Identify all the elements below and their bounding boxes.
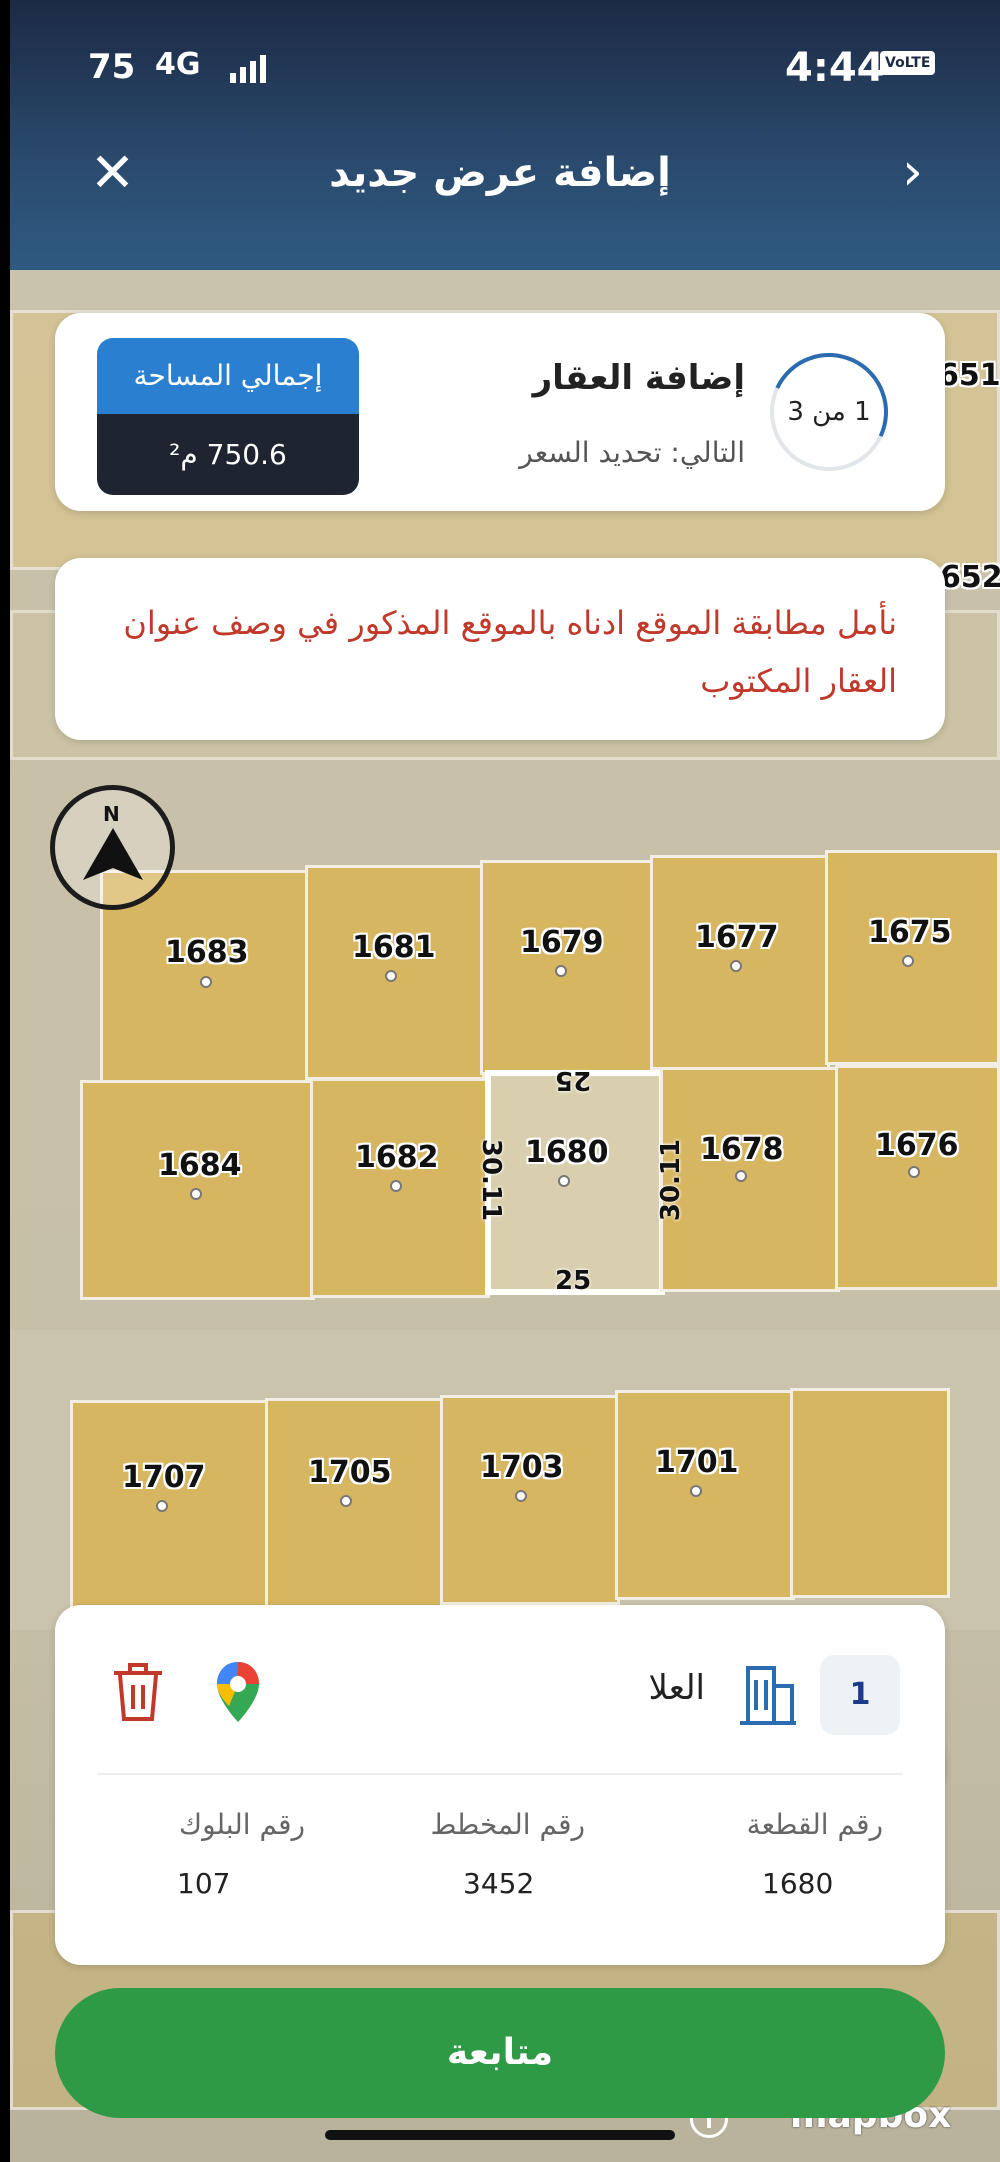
plot-label: 1684 — [158, 1148, 242, 1183]
location-notice: نأمل مطابقة الموقع ادناه بالموقع المذكور… — [55, 558, 945, 740]
step-card: 1 من 3 إضافة العقار التالي: تحديد السعر … — [55, 313, 945, 511]
step-progress-ring: 1 من 3 — [753, 336, 905, 488]
next-button[interactable]: › — [885, 145, 940, 200]
plot-marker — [385, 970, 397, 982]
plot-label: 1680 — [525, 1135, 609, 1170]
volte-badge: VoLTE — [880, 51, 936, 75]
plot-number-value: 1680 — [762, 1867, 834, 1900]
plot-1701[interactable] — [615, 1390, 795, 1600]
scheme-number-label: رقم المخطط — [430, 1808, 585, 1841]
card-divider — [97, 1773, 903, 1775]
area-label: إجمالي المساحة — [97, 338, 359, 414]
block-number-value: 107 — [177, 1867, 231, 1900]
plot-marker — [555, 965, 567, 977]
plot-marker — [390, 1180, 402, 1192]
dimension-left: 30.11 — [476, 1138, 507, 1222]
plot-marker — [558, 1175, 570, 1187]
continue-button[interactable]: متابعة — [55, 1988, 945, 2118]
plot-marker — [690, 1485, 702, 1497]
plot-label: 1675 — [868, 915, 952, 950]
total-area-badge: إجمالي المساحة 750.6 م² — [97, 338, 359, 495]
plot-label: 1707 — [122, 1460, 206, 1495]
step-indicator: 1 من 3 — [787, 397, 871, 427]
plot-marker — [730, 960, 742, 972]
compass-button[interactable]: N — [50, 785, 175, 910]
plot-1678[interactable] — [660, 1067, 840, 1292]
step-title: إضافة العقار — [532, 358, 745, 398]
delete-icon[interactable] — [112, 1663, 164, 1721]
plot-1703[interactable] — [440, 1395, 620, 1605]
network-type: 4G — [155, 47, 201, 82]
notice-text: نأمل مطابقة الموقع ادناه بالموقع المذكور… — [123, 604, 897, 700]
signal-icon — [230, 55, 270, 83]
edge-plot-label: 651 — [938, 358, 1000, 393]
plot-label: 1683 — [165, 935, 249, 970]
chevron-right-icon: › — [902, 142, 923, 202]
plot-1676[interactable] — [835, 1065, 1000, 1290]
plot-marker — [190, 1188, 202, 1200]
property-index-badge: 1 — [820, 1655, 900, 1735]
property-city: العلا — [648, 1668, 706, 1708]
dimension-right: 30.11 — [656, 1138, 687, 1222]
plot-label: 1676 — [875, 1128, 959, 1163]
plot-marker — [908, 1166, 920, 1178]
plot-number-label: رقم القطعة — [746, 1808, 883, 1841]
plot-marker — [902, 955, 914, 967]
compass-arrow-icon — [83, 828, 143, 880]
plot-label: 1701 — [655, 1445, 739, 1480]
plot-label: 1678 — [700, 1132, 784, 1167]
scheme-number-value: 3452 — [463, 1867, 535, 1900]
clock: 4:44 — [785, 45, 885, 91]
dimension-top: 25 — [555, 1065, 592, 1095]
property-card: 1 العلا رقم القطعة 1680 رقم المخطط 3452 … — [55, 1605, 945, 1965]
plot-1705[interactable] — [265, 1398, 445, 1608]
plot-1707[interactable] — [70, 1400, 270, 1610]
plot-label: 1703 — [480, 1450, 564, 1485]
plot-label: 1705 — [308, 1455, 392, 1490]
compass-north-label: N — [103, 802, 120, 826]
home-indicator — [325, 2130, 675, 2140]
plot-marker — [515, 1490, 527, 1502]
plot-marker — [156, 1500, 168, 1512]
map-parcel — [790, 1388, 950, 1598]
dimension-bottom: 25 — [555, 1266, 592, 1296]
next-step-label: التالي: تحديد السعر — [519, 436, 745, 469]
plot-1679[interactable] — [480, 860, 655, 1075]
plot-1680[interactable] — [485, 1070, 665, 1295]
plot-label: 1677 — [695, 920, 779, 955]
page-title: إضافة عرض جديد — [329, 150, 671, 196]
battery-indicator: 75 — [88, 47, 136, 87]
plot-label: 1682 — [355, 1140, 439, 1175]
plot-marker — [340, 1495, 352, 1507]
plot-marker — [200, 976, 212, 988]
app-header — [10, 0, 1000, 270]
plot-label: 1681 — [352, 930, 436, 965]
area-value: 750.6 م² — [97, 414, 359, 495]
edge-plot-label: 652 — [940, 560, 1000, 595]
block-number-label: رقم البلوك — [178, 1808, 305, 1841]
plot-label: 1679 — [520, 925, 604, 960]
google-maps-icon[interactable] — [215, 1660, 261, 1724]
status-bar: 75 4G VoLTE 4:44 — [70, 45, 950, 91]
building-icon — [740, 1666, 796, 1725]
plot-marker — [735, 1170, 747, 1182]
